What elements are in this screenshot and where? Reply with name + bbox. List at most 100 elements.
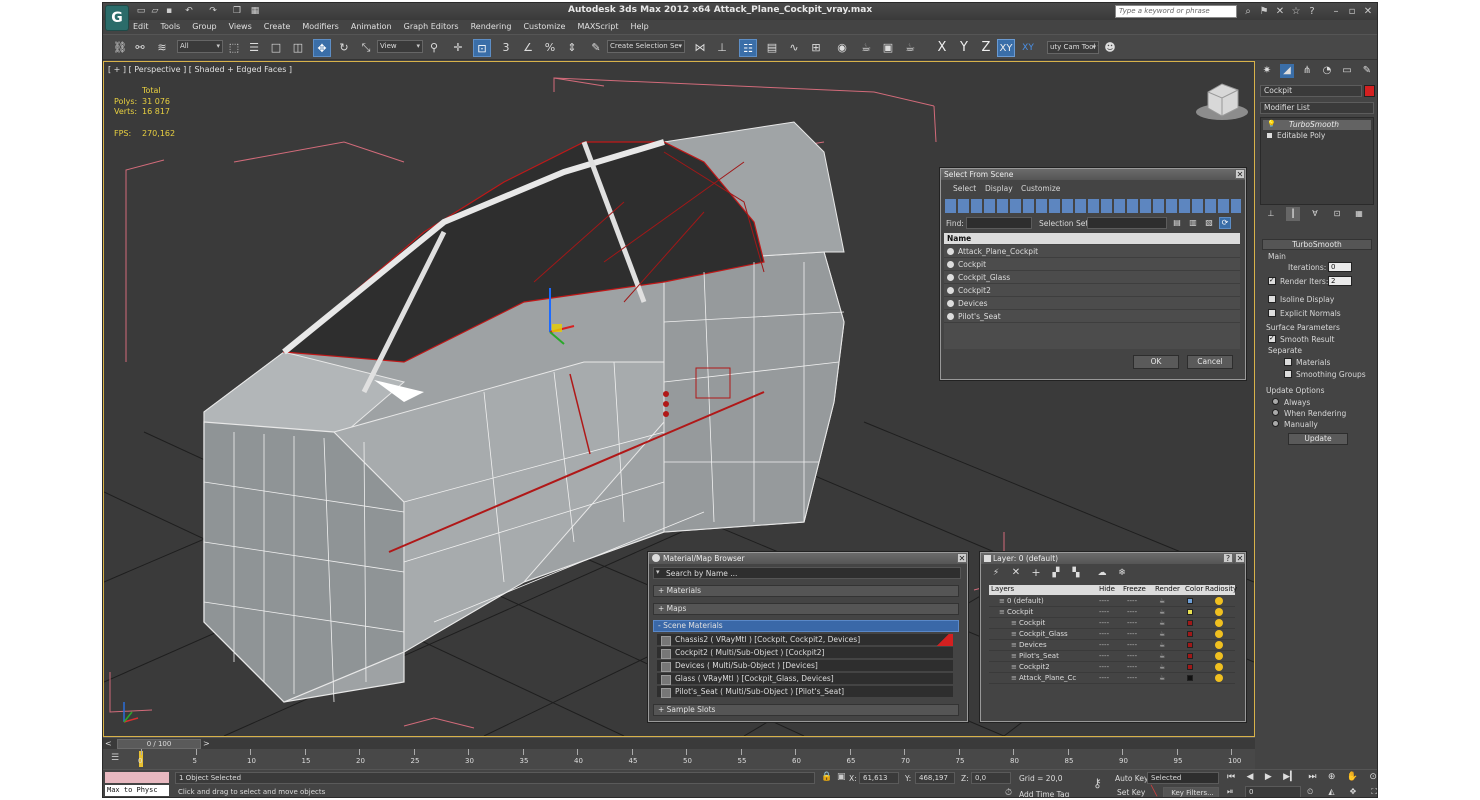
display-tab-icon[interactable]: ▭: [1340, 64, 1354, 78]
teapot-icon[interactable]: ☕: [1159, 662, 1165, 673]
layer-color-swatch[interactable]: [1187, 675, 1193, 681]
absolute-mode-icon[interactable]: ▣: [837, 772, 846, 782]
current-frame-input[interactable]: 0: [1245, 786, 1301, 797]
layer-hide-toggle[interactable]: ----: [1099, 651, 1109, 662]
redo-icon[interactable]: ↷: [207, 5, 219, 17]
perspective-viewport[interactable]: [ + ] [ Perspective ] [ Shaded + Edged F…: [103, 61, 1255, 737]
angle-snap-icon[interactable]: ∠: [519, 39, 537, 57]
layer-color-swatch[interactable]: [1187, 664, 1193, 670]
layer-color-swatch[interactable]: [1187, 598, 1193, 604]
layer-freeze-toggle[interactable]: ----: [1127, 618, 1137, 629]
schematic-view-icon[interactable]: ⊞: [807, 39, 825, 57]
y-coordinate-input[interactable]: 468,197: [915, 772, 955, 784]
minimize-icon[interactable]: –: [1329, 5, 1343, 18]
radiosity-icon[interactable]: [1215, 630, 1223, 638]
teapot-icon[interactable]: ☕: [1159, 673, 1165, 684]
close-icon[interactable]: ✕: [1361, 5, 1375, 18]
chevron-down-icon[interactable]: ▾: [656, 568, 660, 576]
orbit-icon[interactable]: ⊙: [1369, 772, 1377, 784]
render-iters-spinner[interactable]: 2: [1328, 276, 1352, 286]
help-icon[interactable]: ?: [1305, 5, 1319, 18]
edit-named-selection-icon[interactable]: ✎: [587, 39, 605, 57]
selection-set-select[interactable]: [1087, 217, 1167, 229]
radiosity-icon[interactable]: [1215, 641, 1223, 649]
radiosity-icon[interactable]: [1215, 619, 1223, 627]
select-none-icon[interactable]: ▥: [1187, 217, 1199, 229]
modifier-list-select[interactable]: Modifier List: [1260, 102, 1374, 114]
play-icon[interactable]: ▶: [1265, 772, 1272, 784]
mirror-icon[interactable]: ⋈: [691, 39, 709, 57]
highlight-selected-icon[interactable]: ▚: [1069, 566, 1083, 580]
update-always-radio[interactable]: [1272, 398, 1279, 405]
menu-customize[interactable]: Customize: [523, 20, 565, 34]
menu-animation[interactable]: Animation: [351, 20, 392, 34]
add-time-tag[interactable]: Add Time Tag: [1019, 790, 1069, 797]
radiosity-icon[interactable]: [1215, 652, 1223, 660]
layer-row[interactable]: Pilot's_Seat ≡ ---- ---- ☕: [989, 651, 1235, 662]
scene-object-row[interactable]: Pilot's_Seat: [944, 310, 1240, 323]
maxscript-input[interactable]: Max to Physc: [105, 785, 169, 796]
column-freeze[interactable]: Freeze: [1123, 585, 1146, 593]
key-mode-select[interactable]: Selected: [1147, 772, 1219, 784]
iterations-spinner[interactable]: 0: [1328, 262, 1352, 272]
next-key-icon[interactable]: ▶▎: [1283, 772, 1297, 784]
layer-hide-toggle[interactable]: ----: [1099, 618, 1109, 629]
subscription-icon[interactable]: ⚑: [1257, 5, 1271, 18]
dialog-title[interactable]: Material/Map Browser: [649, 553, 967, 564]
section-materials[interactable]: + Materials: [653, 585, 959, 597]
time-config-icon[interactable]: ⏲: [1307, 787, 1313, 797]
expand-icon[interactable]: [1267, 133, 1272, 138]
auto-key-button[interactable]: Auto Key: [1115, 774, 1148, 783]
layer-hide-toggle[interactable]: ----: [1099, 607, 1109, 618]
pivot-center-icon[interactable]: ⚲: [425, 39, 443, 57]
close-icon[interactable]: ✕: [1235, 553, 1245, 563]
remove-modifier-icon[interactable]: ⊡: [1330, 207, 1344, 221]
camera-tool-select[interactable]: uty Cam Tool ▾: [1047, 41, 1099, 54]
stack-item-editable-poly[interactable]: Editable Poly: [1263, 131, 1371, 141]
layer-hide-toggle[interactable]: ----: [1099, 662, 1109, 673]
explicit-normals-checkbox[interactable]: [1268, 308, 1276, 317]
menu-views[interactable]: Views: [229, 20, 252, 34]
scene-object-row[interactable]: Cockpit2: [944, 284, 1240, 297]
layer-freeze-toggle[interactable]: ----: [1127, 607, 1137, 618]
column-radiosity[interactable]: Radiosity: [1205, 585, 1237, 593]
layer-freeze-toggle[interactable]: ----: [1127, 662, 1137, 673]
layer-row[interactable]: 0 (default) ≡ ---- ---- ☕: [989, 596, 1235, 607]
motion-tab-icon[interactable]: ◔: [1320, 64, 1334, 78]
lightbulb-icon[interactable]: 💡: [1267, 120, 1276, 128]
hold-icon[interactable]: ❐: [231, 5, 243, 17]
field-of-view-icon[interactable]: ◭: [1328, 787, 1334, 797]
create-tab-icon[interactable]: ✷: [1260, 64, 1274, 78]
teapot-icon[interactable]: ☕: [1159, 651, 1165, 662]
teapot-icon[interactable]: ☕: [1159, 640, 1165, 651]
save-icon[interactable]: ▪: [163, 5, 175, 17]
find-input[interactable]: [966, 217, 1032, 229]
reference-coord-select[interactable]: View: [377, 40, 423, 53]
set-key-icon[interactable]: ⚷: [1093, 776, 1102, 790]
layer-color-swatch[interactable]: [1187, 631, 1193, 637]
graphite-tools-icon[interactable]: ▤: [763, 39, 781, 57]
pan-icon[interactable]: ✋: [1347, 772, 1358, 784]
viewport-label[interactable]: [ + ] [ Perspective ] [ Shaded + Edged F…: [108, 65, 292, 74]
layer-freeze-toggle[interactable]: ----: [1127, 596, 1137, 607]
keyboard-shortcut-icon[interactable]: ⊡: [473, 39, 491, 57]
maxscript-listener-pink[interactable]: [105, 772, 169, 783]
sfs-filter-toolbar[interactable]: [945, 199, 1241, 213]
section-scene-materials[interactable]: - Scene Materials: [653, 620, 959, 632]
open-icon[interactable]: ▱: [149, 5, 161, 17]
window-crossing-icon[interactable]: ◫: [289, 39, 307, 57]
show-end-result-icon[interactable]: ┃: [1286, 207, 1300, 221]
time-slider-track[interactable]: < 0 / 100 >: [103, 737, 1255, 749]
key-filters-button[interactable]: Key Filters...: [1163, 787, 1219, 797]
layer-hide-toggle[interactable]: ----: [1099, 673, 1109, 684]
sfs-menu-display[interactable]: Display: [985, 184, 1013, 193]
track-bar[interactable]: ☰ 0 5 10 15 20 25 30 35 40 45 50 55 60 65 70 75 80 85 90 95…: [103, 749, 1255, 769]
freeze-all-icon[interactable]: ❄: [1115, 566, 1129, 580]
teapot-icon[interactable]: ☕: [1159, 607, 1165, 618]
lock-selection-icon[interactable]: 🔒: [821, 772, 832, 782]
go-to-start-icon[interactable]: ⏮: [1227, 772, 1235, 784]
axis-xy-cycle-button[interactable]: XY: [1019, 39, 1037, 57]
select-object-icon[interactable]: ⬚: [225, 39, 243, 57]
layer-freeze-toggle[interactable]: ----: [1127, 629, 1137, 640]
axis-y-button[interactable]: Y: [955, 39, 973, 57]
